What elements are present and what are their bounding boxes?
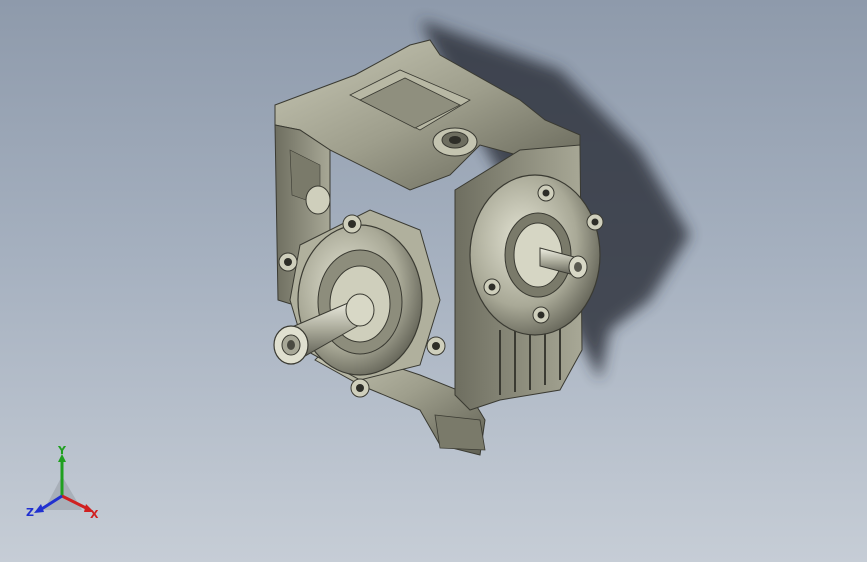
triad-z-label: Z xyxy=(26,506,34,519)
triad-x-label: X xyxy=(90,508,99,521)
graphics-viewport[interactable]: Y X Z xyxy=(0,0,867,562)
worm-gearbox-model[interactable] xyxy=(0,0,867,562)
triad-z-arrow xyxy=(34,504,44,513)
coordinate-triad-icon: Y X Z xyxy=(26,446,99,521)
triad-y-label: Y xyxy=(57,446,67,457)
